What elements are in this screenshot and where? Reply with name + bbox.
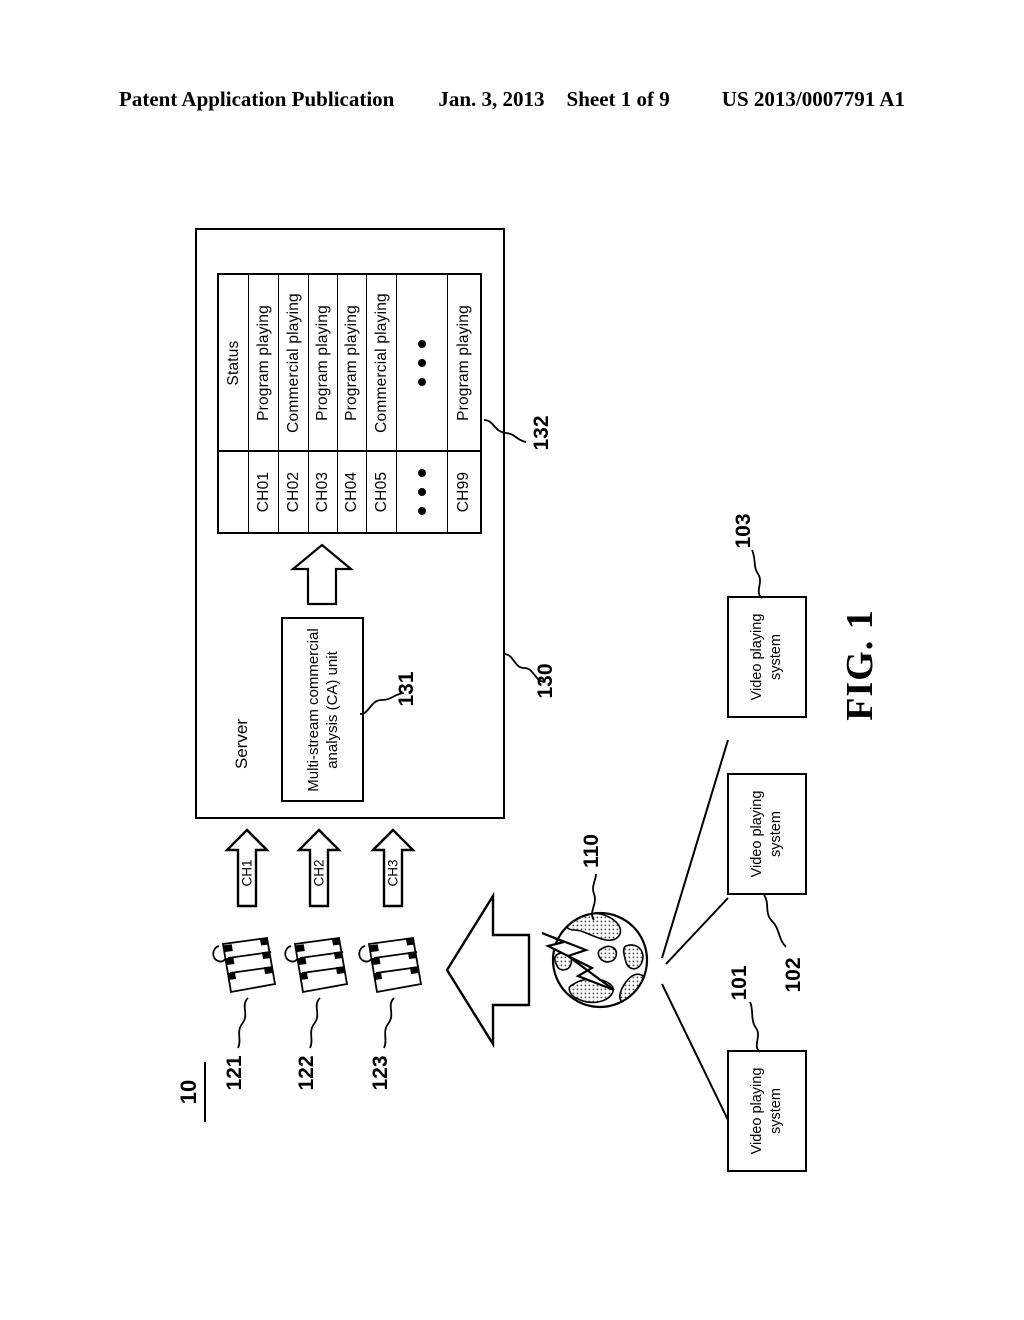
figure-label: FIG. 1 [839, 609, 881, 721]
ref-number-131: 131 [395, 671, 418, 707]
ca-unit-box: Multi-stream commercial analysis (CA) un… [281, 617, 364, 802]
table-row: CH02 [279, 452, 309, 532]
ref-number-123: 123 [369, 1055, 392, 1091]
channel-arrow-ch2: CH2 [296, 828, 342, 908]
channel-arrow-ch1: CH1 [224, 828, 270, 908]
header-date: Jan. 3, 2013 [438, 86, 545, 111]
table-row: CH01 [249, 452, 279, 532]
status-table-corner-cell [219, 452, 249, 532]
video-playing-system-102: Video playing system [727, 773, 807, 895]
figure-system-id: 10 [174, 1062, 206, 1122]
film-strip-icon [358, 936, 423, 994]
status-table-status-row: Status Program playing Commercial playin… [219, 275, 480, 452]
table-row: Program playing [455, 304, 472, 421]
data-flow-arrow-icon [289, 543, 355, 606]
channel-arrow-label: CH2 [311, 859, 327, 887]
channel-arrow-ch3: CH3 [370, 828, 416, 908]
channel-arrow-label: CH3 [385, 859, 401, 887]
leader-line-121 [237, 997, 249, 1049]
channel-arrow-label: CH1 [239, 859, 255, 887]
leader-line-102 [763, 894, 787, 948]
video-playing-system-label: Video playing system [749, 1067, 784, 1155]
header-publication: Patent Application Publication [119, 86, 395, 111]
table-row: CH03 [309, 452, 338, 532]
header-sheet: Sheet 1 of 9 [566, 86, 670, 111]
table-row: Program playing [338, 275, 367, 450]
publication-header: Patent Application Publication Jan. 3, 2… [0, 82, 1024, 116]
leader-line-101 [749, 1001, 761, 1053]
video-playing-system-103: Video playing system [727, 596, 807, 718]
film-strip-icon [284, 936, 349, 994]
status-table: Status Program playing Commercial playin… [217, 273, 482, 534]
ref-number-101: 101 [728, 965, 751, 1001]
film-strip-122 [281, 928, 353, 1005]
patent-figure-page: Patent Application Publication Jan. 3, 2… [0, 0, 1024, 1320]
ref-number-130: 130 [534, 663, 557, 699]
ref-number-121: 121 [223, 1055, 246, 1091]
ref-number-103: 103 [732, 513, 755, 549]
film-strip-121 [209, 928, 281, 1005]
ellipsis-icon [418, 339, 426, 386]
table-row: CH04 [338, 452, 367, 532]
table-row: CH99 [455, 471, 472, 513]
table-row: Program playing [309, 275, 338, 450]
leader-line-103 [751, 549, 763, 599]
ref-number-132: 132 [530, 415, 553, 451]
table-row-ellipsis [397, 452, 448, 532]
status-table-header-cell: Status [219, 275, 249, 450]
header-patent-number: US 2013/0007791 A1 [721, 86, 905, 111]
video-playing-system-label: Video playing system [749, 613, 784, 701]
table-row: Program playing [249, 275, 279, 450]
video-playing-system-label: Video playing system [749, 790, 784, 878]
ref-number-102: 102 [782, 957, 805, 993]
table-row: Commercial playing [367, 275, 397, 450]
server-label: Server [232, 718, 251, 770]
table-row: Commercial playing [279, 275, 309, 450]
film-strip-123 [355, 928, 427, 1005]
leader-line-123 [383, 997, 395, 1049]
network-to-server-arrow-icon [445, 891, 531, 1049]
status-table-channel-row: CH01 CH02 CH03 CH04 CH05 CH99 [219, 452, 480, 532]
ellipsis-icon [418, 469, 426, 515]
film-strip-icon [212, 936, 277, 994]
ca-unit-label: Multi-stream commercial analysis (CA) un… [304, 627, 341, 792]
table-row-ellipsis [397, 275, 448, 450]
table-row: CH05 [367, 452, 397, 532]
leader-line-122 [309, 997, 321, 1049]
video-playing-system-101: Video playing system [727, 1050, 807, 1172]
ref-number-122: 122 [295, 1055, 318, 1091]
